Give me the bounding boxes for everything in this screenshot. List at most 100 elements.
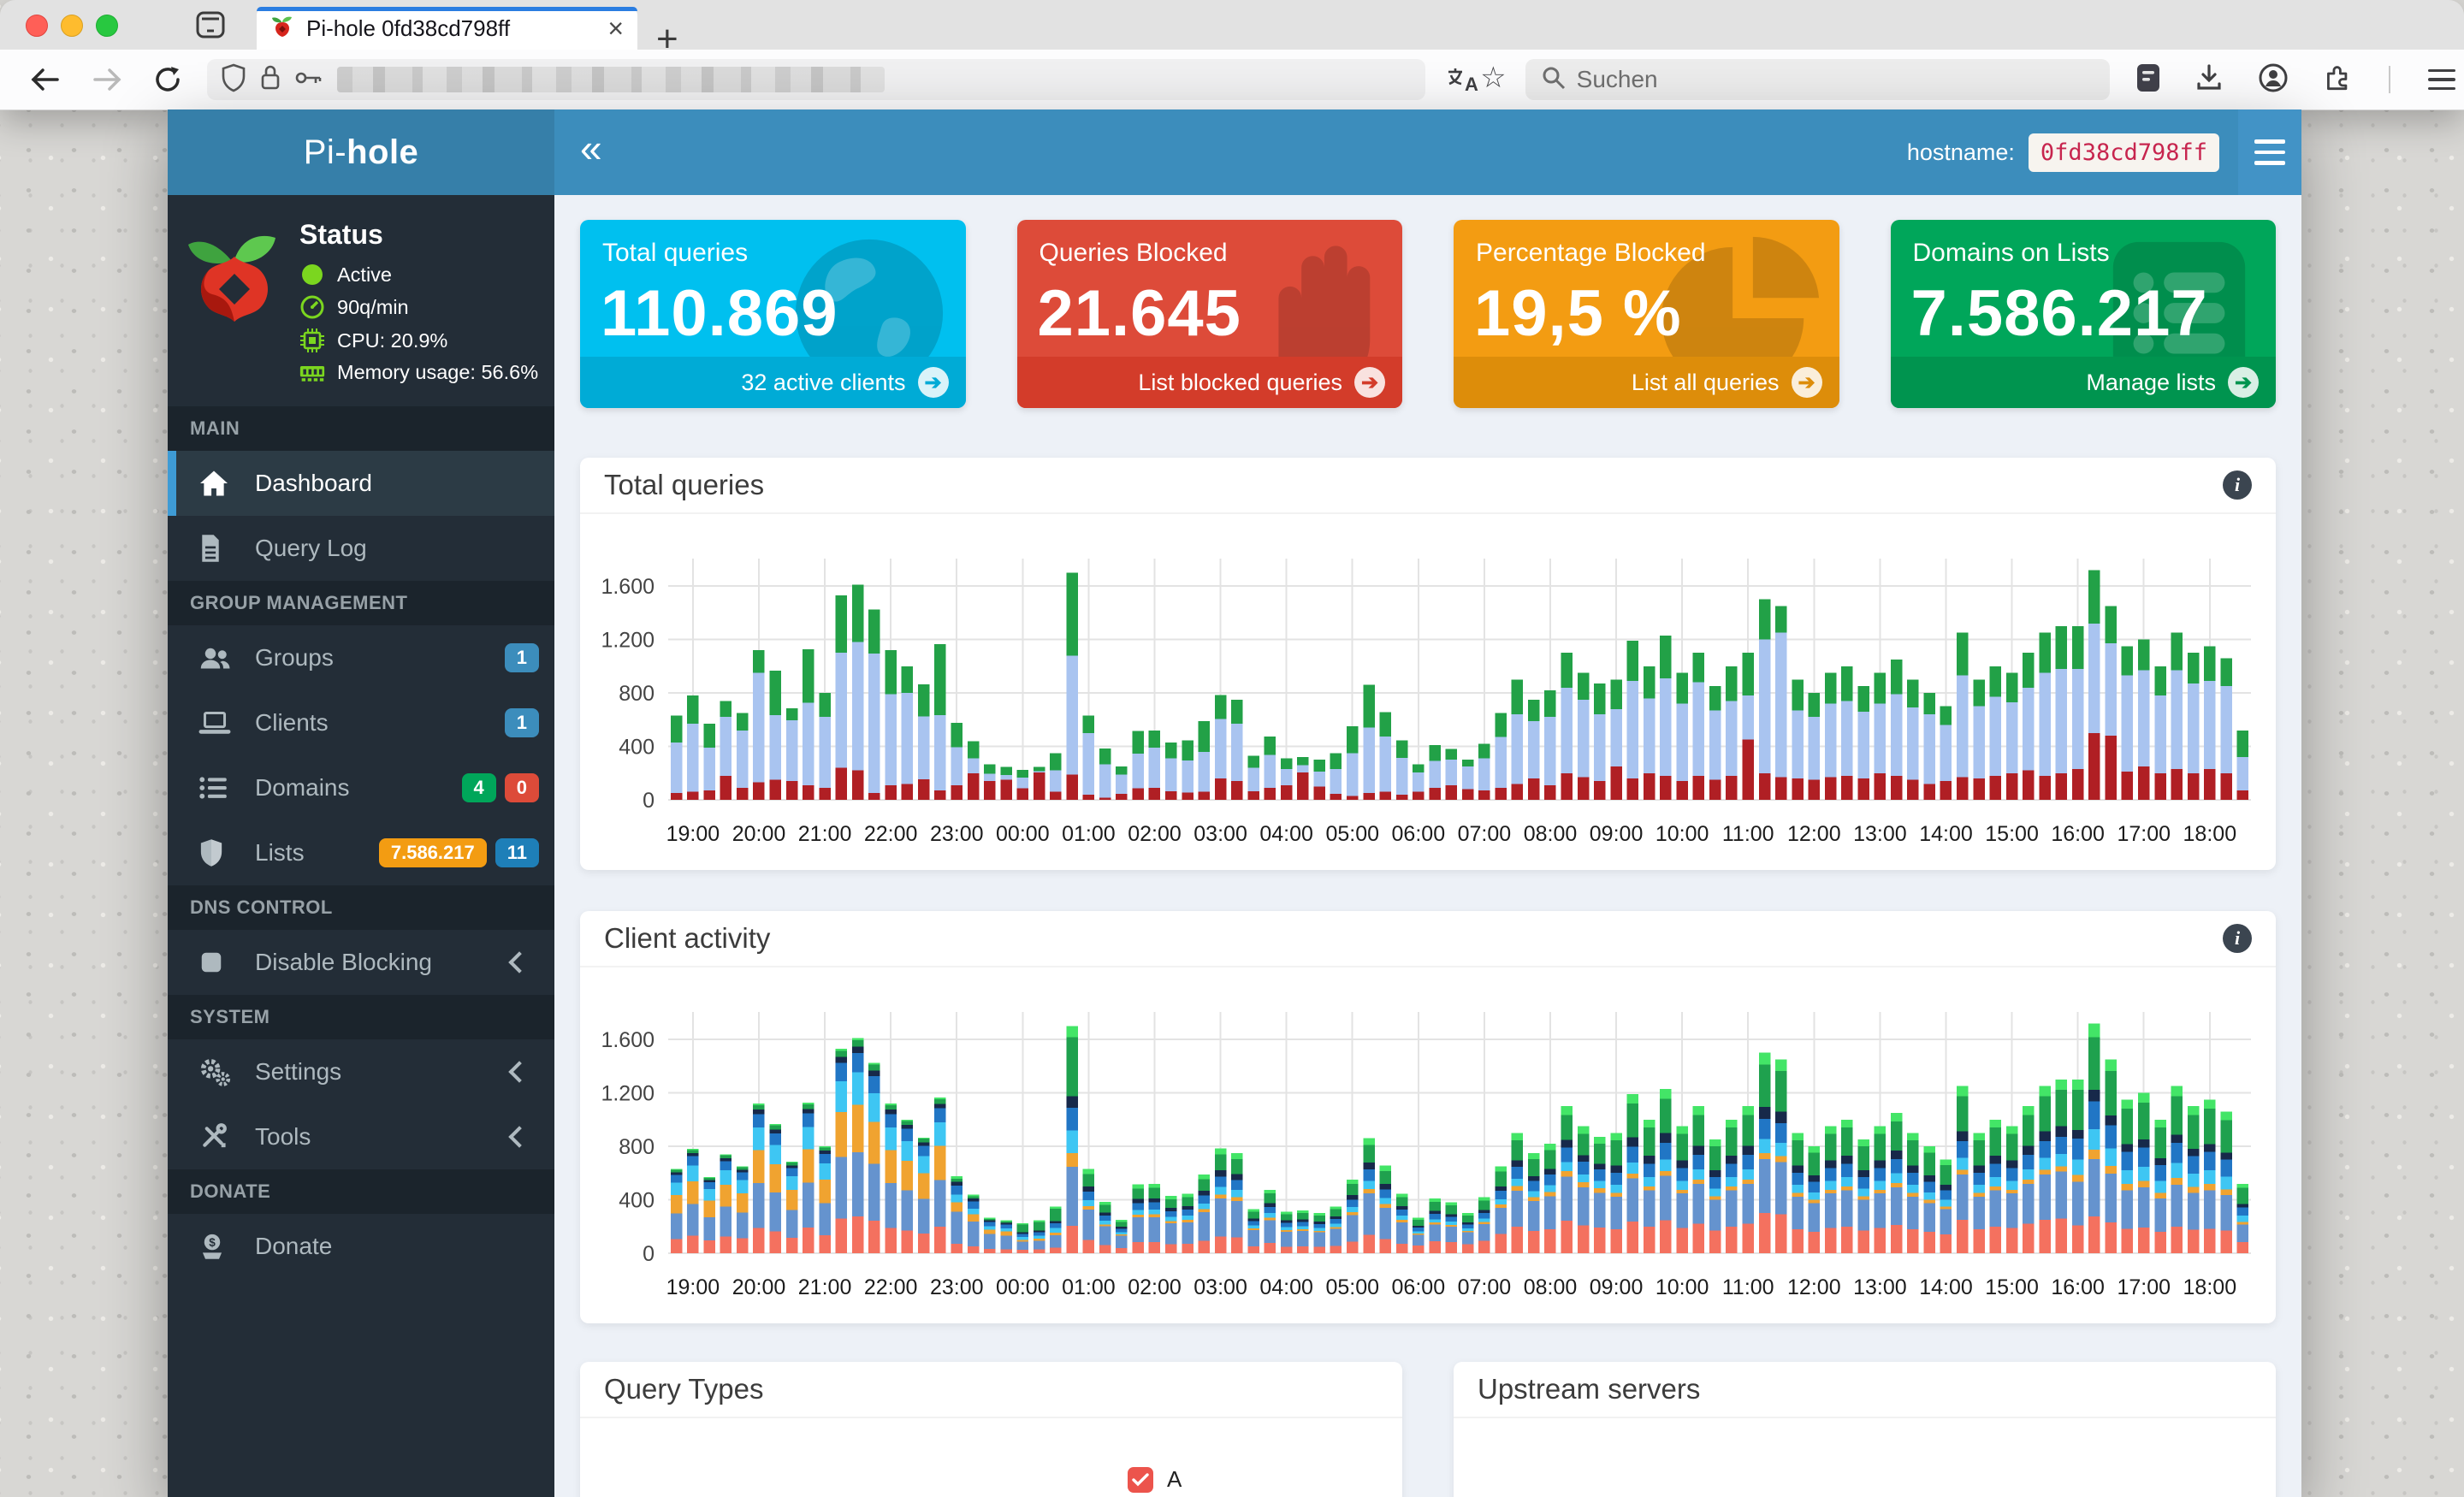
card-footer-link[interactable]: 32 active clients ➔ [580, 357, 966, 408]
legend-checkbox[interactable] [1128, 1466, 1153, 1493]
tab-close-icon[interactable]: × [607, 15, 624, 42]
status-row: CPU: 20.9% [299, 328, 538, 353]
svg-text:03:00: 03:00 [1194, 1275, 1247, 1299]
svg-text:1.600: 1.600 [601, 575, 654, 599]
svg-text:18:00: 18:00 [2183, 1275, 2237, 1299]
svg-text:1.600: 1.600 [601, 1028, 654, 1052]
pihole-berry-logo [185, 216, 284, 384]
tools-icon [198, 1122, 236, 1151]
card-title: Percentage Blocked [1476, 239, 1706, 267]
close-window-button[interactable] [26, 15, 48, 37]
card-value: 19,5 % [1474, 277, 1682, 350]
count-badge: 7.586.217 [378, 838, 487, 867]
arrow-right-icon: ➔ [1354, 367, 1385, 398]
svg-text:20:00: 20:00 [732, 1275, 786, 1299]
sidebar-section-header: SYSTEM [168, 995, 554, 1039]
svg-text:0: 0 [643, 789, 654, 813]
sidebar-item-lists[interactable]: Lists 7.586.217 11 [168, 820, 554, 885]
sidebar-collapse-button[interactable]: « [580, 128, 602, 168]
svg-text:800: 800 [619, 682, 654, 706]
sidebar-item-domains[interactable]: Domains 4 0 [168, 755, 554, 820]
sidebar-item-label: Domains [255, 774, 350, 801]
minimize-window-button[interactable] [61, 15, 83, 37]
status-title: Status [299, 219, 383, 250]
browser-tab[interactable]: Pi-hole 0fd38cd798ff × [257, 7, 637, 50]
new-tab-button[interactable]: + [656, 21, 678, 58]
card-footer-link[interactable]: List blocked queries ➔ [1016, 357, 1402, 408]
home-icon [198, 470, 236, 497]
card-footer-link[interactable]: List all queries ➔ [1454, 357, 1839, 408]
donate-icon: $ [198, 1233, 236, 1260]
laptop-icon [198, 710, 236, 736]
svg-text:13:00: 13:00 [1853, 822, 1907, 846]
sidebar-item-label: Lists [255, 839, 305, 866]
info-icon[interactable]: i [2223, 924, 2252, 953]
pihole-logo[interactable]: Pi-hole [168, 109, 554, 195]
svg-text:08:00: 08:00 [1524, 1275, 1578, 1299]
info-icon[interactable]: i [2223, 470, 2252, 500]
sidebar-item-settings[interactable]: Settings [168, 1039, 554, 1104]
total-queries-panel: Total queries i 19:00 20:00 21:00 22:00 23:0… [580, 458, 2276, 870]
forward-icon[interactable] [91, 66, 123, 93]
card-footer-link[interactable]: Manage lists ➔ [1890, 357, 2276, 408]
svg-text:02:00: 02:00 [1128, 1275, 1182, 1299]
hostname-label: hostname: [1906, 139, 2015, 165]
summary-card-percentage-blocked: Percentage Blocked 19,5 % List all queries… [1454, 220, 1839, 408]
url-bar[interactable] [207, 59, 1426, 100]
status-dot-icon [299, 263, 325, 287]
svg-text:09:00: 09:00 [1590, 822, 1644, 846]
sidebar-item-donate[interactable]: $ Donate [168, 1214, 554, 1279]
tracking-shield-icon[interactable] [221, 63, 246, 97]
arrow-right-icon: ➔ [2228, 367, 2259, 398]
sidebar-item-tools[interactable]: Tools [168, 1104, 554, 1169]
svg-text:15:00: 15:00 [1985, 1275, 2039, 1299]
container-tab-icon[interactable] [2135, 62, 2161, 98]
sidebar-item-query-log[interactable]: Query Log [168, 516, 554, 581]
svg-text:06:00: 06:00 [1392, 1275, 1446, 1299]
card-title: Queries Blocked [1039, 239, 1228, 267]
summary-card-queries-blocked: Queries Blocked 21.645 List blocked querie… [1016, 220, 1402, 408]
gauge-icon [299, 294, 325, 320]
sidebar-item-groups[interactable]: Groups 1 [168, 625, 554, 690]
translate-icon[interactable]: A [1446, 65, 1480, 95]
extensions-puzzle-icon[interactable] [2322, 62, 2353, 98]
url-text-redacted [337, 67, 885, 92]
sidebar-item-label: Disable Blocking [255, 949, 432, 975]
downloads-icon[interactable] [2194, 62, 2224, 98]
account-icon[interactable] [2257, 62, 2289, 98]
svg-text:00:00: 00:00 [996, 1275, 1050, 1299]
zoom-window-button[interactable] [96, 15, 118, 37]
svg-text:23:00: 23:00 [930, 1275, 984, 1299]
pihole-app: Pi-hole « hostname: 0fd38cd798ff Status … [168, 109, 2301, 1497]
status-row: 90q/min [299, 294, 538, 320]
svg-text:02:00: 02:00 [1128, 822, 1182, 846]
sidebar-item-label: Tools [255, 1123, 311, 1150]
status-row: Memory usage: 56.6% [299, 361, 538, 384]
reload-icon[interactable] [152, 64, 183, 95]
key-icon[interactable] [294, 68, 323, 92]
lock-icon[interactable] [258, 63, 282, 97]
search-placeholder: Suchen [1576, 66, 1658, 92]
svg-text:10:00: 10:00 [1656, 1275, 1709, 1299]
card-title: Domains on Lists [1912, 239, 2110, 267]
query-types-panel: Query Types A [580, 1362, 1402, 1497]
dashboard-content: Total queries 110.869 32 active clients ➔ Qu… [554, 195, 2301, 1497]
app-menu-button[interactable] [2238, 109, 2301, 195]
search-bar[interactable]: Suchen [1525, 59, 2110, 100]
sidebar-item-disable-blocking[interactable]: Disable Blocking [168, 930, 554, 995]
chevron-left-icon [508, 1061, 530, 1083]
count-badge: 0 [504, 773, 539, 802]
file-icon [198, 534, 236, 563]
hostname-value: 0fd38cd798ff [2028, 133, 2219, 172]
toolbar-separator [2389, 66, 2390, 93]
svg-text:22:00: 22:00 [864, 822, 918, 846]
firefox-view-icon[interactable] [195, 10, 226, 44]
menu-hamburger-icon[interactable] [2428, 68, 2455, 91]
bookmark-star-icon[interactable]: ☆ [1480, 63, 1506, 92]
svg-text:14:00: 14:00 [1919, 1275, 1973, 1299]
arrow-right-icon: ➔ [917, 367, 949, 398]
svg-text:09:00: 09:00 [1590, 1275, 1644, 1299]
back-icon[interactable] [29, 66, 62, 93]
sidebar-item-dashboard[interactable]: Dashboard [168, 451, 554, 516]
sidebar-item-clients[interactable]: Clients 1 [168, 690, 554, 755]
